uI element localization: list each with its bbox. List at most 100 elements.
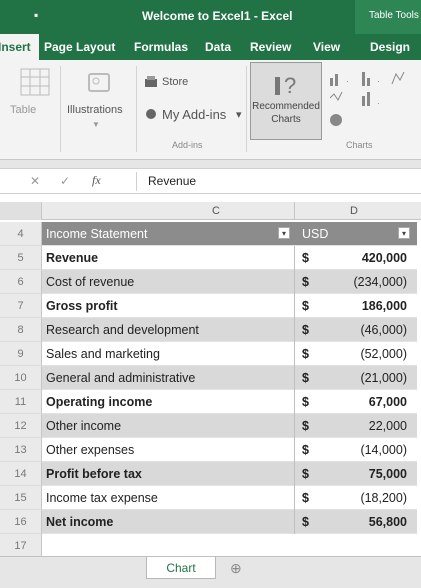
line-item-value[interactable]: 67,000 xyxy=(369,395,407,409)
column-divider xyxy=(294,438,295,462)
ribbon-separator xyxy=(246,66,247,152)
tab-insert[interactable]: Insert xyxy=(0,34,39,60)
currency-symbol[interactable]: $ xyxy=(302,491,309,505)
table-row: 14 Profit before tax $75,000 xyxy=(0,462,421,486)
line-item-value[interactable]: (52,000) xyxy=(360,347,407,361)
currency-symbol[interactable]: $ xyxy=(302,515,309,529)
line-item-label[interactable]: Operating income xyxy=(46,395,152,409)
filter-dropdown-icon[interactable]: ▾ xyxy=(278,227,290,239)
currency-symbol[interactable]: $ xyxy=(302,251,309,265)
row-number[interactable]: 7 xyxy=(0,294,42,318)
quick-access-icon[interactable]: ▪ xyxy=(34,8,38,22)
row-number[interactable]: 4 xyxy=(0,222,42,246)
line-item-label[interactable]: Other income xyxy=(46,419,121,433)
worksheet-grid[interactable]: C D 4 Income Statement ▾ USD ▾ 5 Revenue $… xyxy=(0,194,421,558)
empty-cell[interactable] xyxy=(42,534,417,558)
tab-review[interactable]: Review xyxy=(250,40,291,54)
table-row: 13 Other expenses $ (14,000) xyxy=(0,438,421,462)
chart-types-gallery[interactable]: · · · xyxy=(330,70,418,130)
formula-input[interactable]: Revenue xyxy=(148,174,196,188)
my-addins-button[interactable]: My Add-ins xyxy=(162,107,226,122)
store-button[interactable]: Store xyxy=(162,76,188,88)
enter-icon[interactable]: ✓ xyxy=(60,174,70,188)
currency-symbol[interactable]: $ xyxy=(302,299,309,313)
row-number[interactable]: 10 xyxy=(0,366,42,390)
filter-dropdown-icon[interactable]: ▾ xyxy=(398,227,410,239)
charts-group-label: Charts xyxy=(346,140,373,150)
table-icon xyxy=(20,68,50,96)
cancel-icon[interactable]: ✕ xyxy=(30,174,40,188)
formula-bar-separator xyxy=(136,172,137,191)
table-row: 15 Income tax expense $ (18,200) xyxy=(0,486,421,510)
row-number[interactable]: 16 xyxy=(0,510,42,534)
line-item-label[interactable]: Gross profit xyxy=(46,299,118,313)
tab-data[interactable]: Data xyxy=(205,40,231,54)
currency-symbol[interactable]: $ xyxy=(302,347,309,361)
ribbon-tab-bar: Insert Page Layout Formulas Data Review … xyxy=(0,34,421,60)
line-item-label[interactable]: Cost of revenue xyxy=(46,275,134,289)
line-item-value[interactable]: 22,000 xyxy=(369,419,407,433)
currency-symbol[interactable]: $ xyxy=(302,467,309,481)
currency-symbol[interactable]: $ xyxy=(302,395,309,409)
header-income-statement[interactable]: Income Statement xyxy=(46,227,147,241)
table-button-label[interactable]: Table xyxy=(10,104,36,116)
insert-function-button[interactable]: fx xyxy=(92,173,101,188)
svg-text:?: ? xyxy=(284,73,296,97)
currency-symbol[interactable]: $ xyxy=(302,275,309,289)
svg-text:·: · xyxy=(346,76,349,86)
row-number[interactable]: 12 xyxy=(0,414,42,438)
sheet-tab-bar: Chart ⊕ xyxy=(0,556,421,588)
line-item-label[interactable]: Research and development xyxy=(46,323,199,337)
row-number[interactable]: 5 xyxy=(0,246,42,270)
tab-page-layout[interactable]: Page Layout xyxy=(44,40,115,54)
row-number[interactable]: 11 xyxy=(0,390,42,414)
row-number[interactable]: 8 xyxy=(0,318,42,342)
sheet-tab-chart[interactable]: Chart xyxy=(146,557,216,579)
column-divider xyxy=(294,318,295,342)
illustrations-button-label[interactable]: Illustrations xyxy=(67,104,123,116)
header-usd[interactable]: USD xyxy=(302,227,328,241)
currency-symbol[interactable]: $ xyxy=(302,443,309,457)
tab-formulas[interactable]: Formulas xyxy=(134,40,188,54)
row-number[interactable]: 13 xyxy=(0,438,42,462)
currency-symbol[interactable]: $ xyxy=(302,323,309,337)
row-number[interactable]: 15 xyxy=(0,486,42,510)
row-number[interactable]: 6 xyxy=(0,270,42,294)
select-all-corner[interactable] xyxy=(0,202,42,220)
tab-design[interactable]: Design xyxy=(370,40,410,54)
row-number[interactable]: 17 xyxy=(0,534,42,558)
line-item-value[interactable]: (21,000) xyxy=(360,371,407,385)
add-sheet-icon[interactable]: ⊕ xyxy=(230,560,242,577)
column-divider xyxy=(294,462,295,486)
line-item-value[interactable]: 420,000 xyxy=(362,251,407,265)
currency-symbol[interactable]: $ xyxy=(302,419,309,433)
line-item-label[interactable]: General and administrative xyxy=(46,371,195,385)
row-cell-bg xyxy=(42,246,417,270)
line-item-label[interactable]: Sales and marketing xyxy=(46,347,160,361)
line-item-value[interactable]: 186,000 xyxy=(362,299,407,313)
currency-symbol[interactable]: $ xyxy=(302,371,309,385)
line-item-label[interactable]: Income tax expense xyxy=(46,491,158,505)
row-number[interactable]: 9 xyxy=(0,342,42,366)
line-item-value[interactable]: (234,000) xyxy=(353,275,407,289)
line-item-value[interactable]: (46,000) xyxy=(360,323,407,337)
recommended-charts-button[interactable]: ? Recommended Charts xyxy=(250,62,322,140)
line-item-value[interactable]: (14,000) xyxy=(360,443,407,457)
recommended-charts-icon: ? xyxy=(275,73,296,97)
my-addins-icon xyxy=(146,109,156,119)
column-header-d[interactable]: D xyxy=(350,205,358,217)
line-item-label[interactable]: Profit before tax xyxy=(46,467,142,481)
store-icon xyxy=(145,76,157,87)
line-item-label[interactable]: Other expenses xyxy=(46,443,134,457)
column-header-c[interactable]: C xyxy=(212,205,220,217)
line-item-value[interactable]: 75,000 xyxy=(369,467,407,481)
line-item-value[interactable]: 56,800 xyxy=(369,515,407,529)
line-item-label[interactable]: Revenue xyxy=(46,251,98,265)
column-divider xyxy=(294,294,295,318)
recommended-charts-label-1: Recommended xyxy=(252,101,320,112)
tab-view[interactable]: View xyxy=(313,40,340,54)
ribbon: Table Illustrations ▼ Store My Add-ins ▾… xyxy=(0,60,421,160)
row-number[interactable]: 14 xyxy=(0,462,42,486)
line-item-value[interactable]: (18,200) xyxy=(360,491,407,505)
line-item-label[interactable]: Net income xyxy=(46,515,113,529)
